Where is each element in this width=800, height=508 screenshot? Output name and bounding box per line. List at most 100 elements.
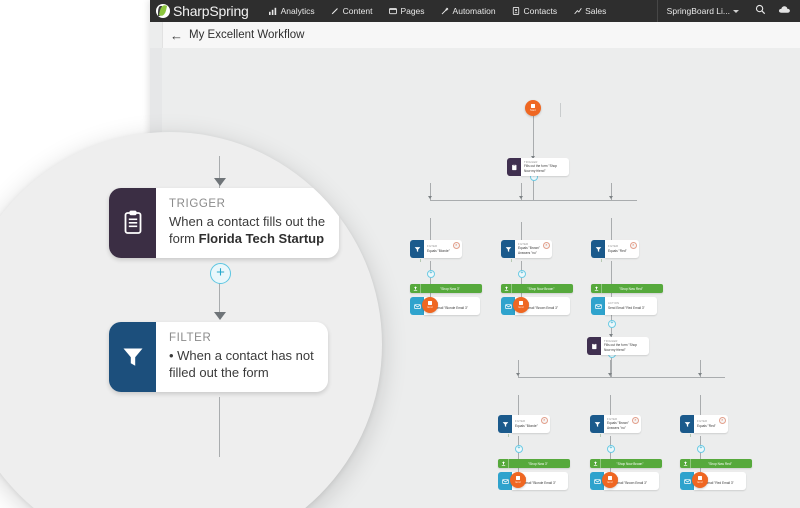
nav-item-content[interactable]: Content xyxy=(323,0,381,22)
action-node[interactable]: ACTION Send Email "Brown Email 3" xyxy=(501,297,570,315)
end-node[interactable]: End xyxy=(513,297,529,313)
add-step-button[interactable]: + xyxy=(210,263,231,284)
add-step-button[interactable]: + xyxy=(518,270,526,278)
clipboard-icon xyxy=(507,158,521,176)
trigger-card[interactable]: TRIGGER When a contact fills out the for… xyxy=(109,188,340,258)
funnel-icon xyxy=(109,322,156,392)
list-add-icon xyxy=(680,459,691,468)
list-node[interactable]: "Shop Now Brown" xyxy=(501,284,573,293)
list-node[interactable]: "Shop Now Red" xyxy=(591,284,663,293)
connector xyxy=(219,156,221,192)
trigger-node-mid[interactable]: TRIGGER Fills out the form "Shop Now my … xyxy=(587,337,650,355)
clipboard-icon xyxy=(109,188,156,258)
connector xyxy=(533,116,534,158)
funnel-icon xyxy=(498,415,512,433)
nav-label: Contacts xyxy=(523,6,558,16)
list-node[interactable]: "Shop Now Brown" xyxy=(590,459,662,468)
back-arrow-icon[interactable]: ← xyxy=(170,29,183,42)
node-text: Equals "Blonde" xyxy=(515,423,538,428)
magnifier-lens: TRIGGER When a contact fills out the for… xyxy=(0,132,382,508)
nav-item-automation[interactable]: Automation xyxy=(433,0,504,22)
connector-arrow xyxy=(697,373,702,376)
top-navigation-bar: SharpSpring Analytics Content Pages Auto… xyxy=(150,0,800,22)
left-rail-top xyxy=(150,22,163,48)
funnel-icon xyxy=(590,415,604,433)
contact-card-icon xyxy=(512,7,521,16)
list-node[interactable]: "Shop Now 3" xyxy=(410,284,482,293)
card-kind: TRIGGER xyxy=(169,198,226,210)
nav-label: Analytics xyxy=(280,6,315,16)
nav-item-analytics[interactable]: Analytics xyxy=(261,0,323,22)
remove-node-button[interactable]: × xyxy=(452,242,460,249)
list-add-icon xyxy=(498,459,509,468)
filter-node[interactable]: × FILTER Equals "Blonde" xyxy=(410,240,462,258)
action-node[interactable]: ACTION Send Email "Blonde Email 3" xyxy=(498,472,568,490)
node-text: Now my friend" xyxy=(524,168,546,173)
remove-node-button[interactable]: × xyxy=(542,242,550,249)
trigger-node-top[interactable]: TRIGGER Fills out the form "Shop Now my … xyxy=(507,158,570,176)
filter-node[interactable]: × FILTER Equals "Blonde" xyxy=(498,415,550,433)
connector-arrow xyxy=(214,178,226,186)
action-node[interactable]: ACTION Send Email "Blonde Email 3" xyxy=(410,297,480,315)
list-add-icon xyxy=(591,284,602,293)
action-node[interactable]: ACTION Send Email "Brown Email 3" xyxy=(590,472,659,490)
account-switcher[interactable]: SpringBoard Li... xyxy=(656,0,748,22)
trigger-card-body: TRIGGER When a contact fills out the for… xyxy=(156,188,340,258)
add-step-button[interactable]: + xyxy=(515,445,523,453)
remove-node-button[interactable]: × xyxy=(540,417,548,424)
card-line-1: When a contact fills out the xyxy=(169,213,326,229)
funnel-icon xyxy=(501,240,515,258)
canvas-marker xyxy=(560,103,561,117)
connector xyxy=(610,395,611,415)
end-label: End xyxy=(515,479,521,484)
connector-arrow xyxy=(427,196,432,199)
action-node[interactable]: ACTION Send Email "Red Email 3" xyxy=(591,297,657,315)
end-node[interactable]: End xyxy=(602,472,618,488)
chevron-down-icon xyxy=(733,9,739,13)
nav-item-sales[interactable]: Sales xyxy=(565,0,614,22)
add-step-button[interactable]: + xyxy=(607,445,615,453)
connector xyxy=(611,218,612,240)
funnel-icon xyxy=(410,240,424,258)
nav-item-contacts[interactable]: Contacts xyxy=(504,0,566,22)
filter-node[interactable]: × FILTER Equals "Brown" Answers "no" xyxy=(590,415,641,433)
filter-node[interactable]: × FILTER Equals "Brown" Answers "no" xyxy=(501,240,552,258)
filter-node[interactable]: × FILTER Equals "Red" xyxy=(680,415,728,433)
add-step-button[interactable]: + xyxy=(608,320,616,328)
list-node[interactable]: "Shop Now 3" xyxy=(498,459,570,468)
workflow-title-bar: ← My Excellent Workflow xyxy=(150,22,800,49)
list-add-icon xyxy=(590,459,601,468)
connector xyxy=(430,218,431,240)
add-step-button[interactable]: + xyxy=(427,270,435,278)
start-node[interactable]: Start xyxy=(525,100,541,116)
node-body: ACTION Send Email "Red Email 3" xyxy=(605,297,657,315)
filter-card[interactable]: FILTER • When a contact has not filled o… xyxy=(109,322,328,392)
action-node[interactable]: ACTION Send Email "Red Email 3" xyxy=(680,472,746,490)
search-button[interactable] xyxy=(748,0,772,22)
end-node[interactable]: End xyxy=(510,472,526,488)
remove-node-button[interactable]: × xyxy=(631,417,639,424)
nav-label: Pages xyxy=(400,6,425,16)
connector-arrow xyxy=(518,196,523,199)
end-label: End xyxy=(427,304,433,309)
nav-item-pages[interactable]: Pages xyxy=(380,0,432,22)
remove-node-button[interactable]: × xyxy=(718,417,726,424)
node-body: × FILTER Equals "Brown" Answers "no" xyxy=(515,240,552,258)
connector-arrow xyxy=(214,312,226,320)
bar-chart-icon xyxy=(269,7,278,16)
node-body: × FILTER Equals "Red" xyxy=(605,240,639,258)
connector xyxy=(700,395,701,415)
end-node[interactable]: End xyxy=(692,472,708,488)
brand[interactable]: SharpSpring xyxy=(150,3,261,19)
connector xyxy=(430,200,637,201)
list-node[interactable]: "Shop Now Red" xyxy=(680,459,752,468)
filter-node[interactable]: × FILTER Equals "Red" xyxy=(591,240,639,258)
add-step-button[interactable]: + xyxy=(697,445,705,453)
node-text: Now my friend" xyxy=(604,347,626,352)
end-label: End xyxy=(607,479,613,484)
remove-node-button[interactable]: × xyxy=(629,242,637,249)
node-body: TRIGGER Fills out the form "Shop Now my … xyxy=(601,337,650,355)
search-icon xyxy=(755,2,766,20)
end-node[interactable]: End xyxy=(422,297,438,313)
help-button[interactable] xyxy=(772,0,796,22)
